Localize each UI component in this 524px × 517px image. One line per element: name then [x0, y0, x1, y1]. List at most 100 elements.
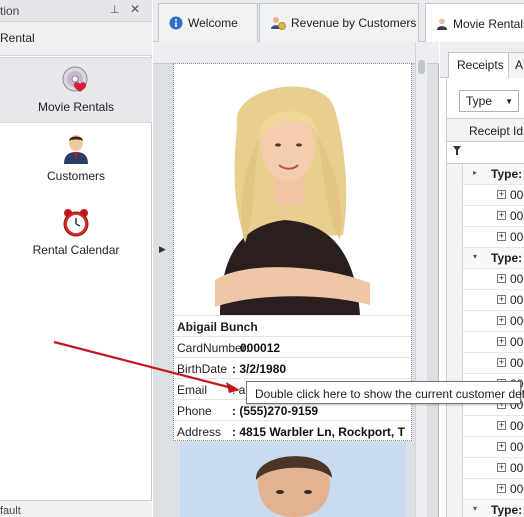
scrollbar-thumb[interactable] [418, 60, 425, 74]
movie-disc-icon [62, 66, 88, 92]
filter-icon [453, 146, 461, 159]
expand-plus-icon[interactable]: + [497, 316, 506, 325]
table-row[interactable]: +000 [463, 479, 524, 500]
customer-name: Abigail Bunch [177, 320, 258, 334]
tab-receipts[interactable]: Receipts [448, 52, 513, 78]
detail-tabs: Receipts A [440, 42, 524, 78]
group-expand-icon[interactable]: ▾ [473, 252, 477, 261]
revenue-icon [271, 17, 286, 30]
group-label: Type: [491, 503, 523, 517]
alarm-clock-icon [63, 209, 89, 237]
navigation-footer[interactable]: fault [0, 500, 152, 517]
person-icon [436, 17, 448, 30]
expand-plus-icon[interactable]: + [497, 232, 506, 241]
table-row[interactable]: +000 [463, 206, 524, 227]
expand-arrow-icon[interactable]: ▶ [159, 244, 166, 255]
card-number-value: 000012 [240, 341, 281, 355]
nav-item-label: Customers [46, 169, 105, 183]
navigation-pane: tion ⊥ ✕ Rental Movie Rentals Customers [0, 0, 152, 517]
tab-welcome[interactable]: Welcome [158, 3, 258, 42]
table-row[interactable]: +000 [463, 353, 524, 374]
table-row[interactable]: +000 [463, 332, 524, 353]
address-value: : 4815 Warbler Ln, Rockport, T [232, 425, 405, 439]
group-row[interactable]: ▾ Type: [463, 248, 524, 269]
expand-plus-icon[interactable]: + [497, 295, 506, 304]
table-row[interactable]: +000 [463, 269, 524, 290]
layout-view-toolbar [153, 42, 439, 64]
birthdate-value: : 3/2/1980 [232, 362, 287, 376]
close-icon[interactable]: ✕ [130, 2, 140, 16]
table-row[interactable]: +000 [463, 458, 524, 479]
column-header-receipt-id[interactable]: Receipt Id [447, 118, 524, 142]
navigation-header: tion ⊥ ✕ [0, 0, 152, 22]
tab-label: Revenue by Customers [291, 16, 417, 30]
receipt-id-cell: 000 [510, 356, 524, 370]
nav-item-customers[interactable]: Customers [0, 133, 152, 193]
expand-plus-icon[interactable]: + [497, 274, 506, 283]
group-label: Type: [491, 251, 523, 265]
pin-icon[interactable]: ⊥ [110, 3, 120, 16]
group-expand-icon[interactable]: ▸ [473, 168, 477, 177]
customer-icon [64, 135, 88, 164]
receipt-id-cell: 000 [510, 461, 524, 475]
tab-secondary[interactable]: A [508, 52, 524, 78]
tab-revenue-by-customers[interactable]: Revenue by Customers [259, 3, 419, 42]
receipt-id-cell: 000 [510, 293, 524, 307]
table-row[interactable]: +000 [463, 290, 524, 311]
customer-photo [175, 65, 411, 315]
nav-item-rental-calendar[interactable]: Rental Calendar [0, 207, 152, 263]
navigation-footer-label: fault [0, 505, 21, 517]
auto-filter-row[interactable] [447, 142, 524, 164]
navigation-title: tion [0, 4, 20, 18]
expand-plus-icon[interactable]: + [497, 484, 506, 493]
birthdate-label: BirthDate [177, 362, 228, 376]
nav-group-label: Rental [0, 31, 35, 45]
document-tabs: Welcome Revenue by Customers Movie Renta… [153, 0, 524, 43]
receipt-id-cell: 000 [510, 230, 524, 244]
table-row[interactable]: +000 [463, 311, 524, 332]
customer-layout-view: ▶ Abigail Bunch CardNumber: 000012 Birth… [153, 42, 439, 517]
card-number-row: CardNumber: 000012 [174, 336, 411, 357]
receipts-grid: Type ▼ Receipt Id ▸Type:+000+000+000▾Typ… [446, 78, 524, 517]
group-label: Type: [491, 167, 523, 181]
receipt-id-cell: 000 [510, 188, 524, 202]
phone-value: : (555)270-9159 [232, 404, 319, 418]
receipts-grid-panel: Receipts A Type ▼ Receipt Id ▸Type:+000+… [440, 42, 524, 517]
group-row[interactable]: ▸ Type: [463, 164, 524, 185]
tab-movie-rentals[interactable]: Movie Rentals [425, 3, 524, 43]
next-customer-card[interactable] [180, 442, 406, 517]
email-label: Email [177, 383, 208, 397]
info-icon [169, 16, 183, 30]
address-row: Address : 4815 Warbler Ln, Rockport, T [174, 420, 411, 441]
tooltip: Double click here to show the current cu… [246, 381, 524, 404]
expand-plus-icon[interactable]: + [497, 463, 506, 472]
table-row[interactable]: +000 [463, 416, 524, 437]
expand-plus-icon[interactable]: + [497, 190, 506, 199]
table-row[interactable]: +000 [463, 227, 524, 248]
expand-plus-icon[interactable]: + [497, 337, 506, 346]
chevron-down-icon: ▼ [505, 97, 513, 106]
group-by-dropdown[interactable]: Type ▼ [459, 90, 519, 112]
nav-group-rental[interactable]: Rental [0, 22, 152, 56]
receipt-id-cell: 000 [510, 419, 524, 433]
expand-plus-icon[interactable]: + [497, 442, 506, 451]
address-label: Address [177, 425, 222, 439]
tab-label: Welcome [188, 16, 238, 30]
group-expand-icon[interactable]: ▾ [473, 504, 477, 513]
card-number-label: CardNumber: [177, 341, 250, 355]
receipt-id-cell: 000 [510, 482, 524, 496]
receipt-id-cell: 000 [510, 335, 524, 349]
expand-plus-icon[interactable]: + [497, 421, 506, 430]
vertical-scrollbar[interactable] [415, 42, 427, 517]
group-by-value: Type [466, 94, 493, 108]
receipt-id-cell: 000 [510, 314, 524, 328]
receipt-id-cell: 000 [510, 209, 524, 223]
expand-plus-icon[interactable]: + [497, 211, 506, 220]
customer-photo [180, 442, 406, 517]
table-row[interactable]: +000 [463, 437, 524, 458]
expand-plus-icon[interactable]: + [497, 358, 506, 367]
birthdate-row: BirthDate : 3/2/1980 [174, 357, 411, 378]
table-row[interactable]: +000 [463, 185, 524, 206]
group-row[interactable]: ▾ Type: [463, 500, 524, 517]
nav-item-movie-rentals[interactable]: Movie Rentals [0, 57, 152, 123]
